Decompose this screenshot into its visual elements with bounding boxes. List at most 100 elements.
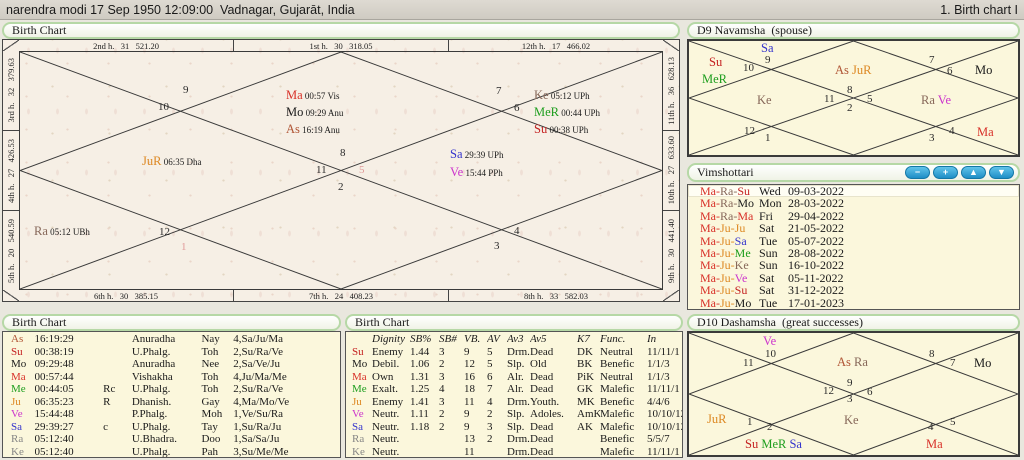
dignity-table-cell: Malefic [600,383,635,396]
expand-button[interactable]: + [933,166,958,179]
dignity-header-cell: AV [487,333,500,345]
dignity-table-cell: 9 [464,345,470,358]
planet-name: Su [709,55,723,69]
house-number: 3 [494,240,500,252]
dignity-table-cell: 1.11 [410,408,429,421]
scroll-up-button[interactable]: ▲ [961,166,986,179]
planet-name: Ma [352,370,367,383]
dignity-table-cell: 6 [487,370,493,383]
planet-table-row: Su 00:38:19 U.Phalg. Toh 2,Su/Ra/Ve [11,346,340,359]
dignity-table-cell [439,446,464,457]
dignity-table-cell: 2 [439,358,445,371]
dignity-table-cell: BK [577,358,593,371]
dignity-table-panel-header[interactable]: Birth Chart [345,314,683,331]
dasha-planet: Ju- [720,295,735,310]
dignity-table-cell: 4/4/6 [647,395,670,408]
house-strip-right: 11th h. 36 628.13 10th h. 27 633.60 9th h.… [663,51,679,290]
frame-corner [3,290,19,301]
planet-label: Ma [977,125,994,139]
planet-table-cell: U.Phalg. [131,420,171,433]
dignity-table-cell [439,433,464,446]
planet-name: MeR [534,105,559,119]
rasi-chart-frame: 2nd h. 31 521.20 1st h. 30 318.05 12th h. … [2,39,680,302]
house-strip-text: 1st h. 30 318.05 [309,40,373,51]
planet-table-cell: 1,Sa/Sa/Ju [233,433,280,446]
house-strip-text: 11th h. 36 628.13 [666,56,676,125]
dignity-header-cell: Av3 [507,333,524,345]
birth-chart-panel-header[interactable]: Birth Chart [2,22,680,39]
planet-name: Ke [757,93,772,107]
house-number: 1 [181,241,187,253]
dignity-table-panel: Birth Chart Dignity SB% SB# VB. AV Av3 Av5 K7 Fu… [345,314,683,458]
dignity-table-row: Me Exalt. 1.25 4 18 7 Alr. Dead GK Malefic 11/11/1 [352,383,682,396]
planet-table-cell [103,346,132,359]
dasha-weekday: Sat [759,283,775,298]
house-number: 12 [823,385,834,397]
planet-name: Ju [11,395,21,408]
planet-name: Ma [11,370,26,383]
dignity-table-cell: Dead [530,383,554,396]
d10-chart[interactable]: 11 10 8 7 12 9 3 6 1 2 4 5 Ve As Ra Mo JuR Su MeR Sa Ke Ma [687,331,1020,457]
dignity-table-cell: 4 [487,395,493,408]
planet-table-cell: 1,Ve/Su/Ra [233,408,284,421]
dignity-table-cell: 2 [439,420,445,433]
house-number: 1 [747,416,753,428]
dasha-date: 16-10-2022 [788,258,844,273]
planet-degree: 00:57 Vis [302,91,340,101]
d10-panel-header[interactable]: D10 Dashamsha (great successes) [687,314,1020,331]
house-strip-label: 3rd h. 32 379.63 [3,51,19,130]
planet-label: Su MeR Sa [745,437,802,451]
house-number: 12 [159,226,170,238]
planet-name: JuR [707,412,727,426]
house-number: 7 [496,85,502,97]
dasha-list[interactable]: Ma-Ra-Su Wed 09-03-2022 Ma-Ra-Mo Mon 28-03-20… [687,184,1020,310]
planet-name: MeR [702,72,727,86]
dignity-table-cell: Old [530,358,547,371]
house-number: 6 [867,386,873,398]
house-number: 9 [183,84,189,96]
dignity-table-cell: Benefic [600,358,635,371]
planet-table-cell: P.Phalg. [131,408,168,421]
rasi-chart[interactable]: 9 10 7 6 8 11 5 2 12 1 4 3 Ma 00:57 Vis Mo 09:29 Anu A… [19,51,663,290]
scroll-down-button[interactable]: ▼ [989,166,1014,179]
dignity-table-cell: Neutr. [372,408,400,421]
vimshottari-panel-header[interactable]: Vimshottari − + ▲ ▼ [687,163,1020,182]
dignity-table-cell: Drm. [507,345,530,358]
planet-table-cell: 15:44:48 [34,408,74,421]
house-number: 2 [847,102,853,114]
dignity-table-cell: Drm. [507,395,530,408]
panel-title: Birth Chart [12,23,67,37]
collapse-button[interactable]: − [905,166,930,179]
planet-name: Ma [286,88,303,102]
dignity-table-cell: 1/1/3 [647,370,670,383]
planet-name: Ma [977,125,994,139]
planet-name: Ke [534,88,549,102]
dignity-table-cell: Alr. [507,370,524,383]
house-strip-label: 10th h. 27 633.60 [663,130,679,210]
planet-degree: 29:39 UPh [462,150,504,160]
dignity-table-cell: Malefic [600,408,635,421]
planet-name: Ve [352,408,364,421]
house-number: 2 [338,181,344,193]
planet-table-cell: 16:19:29 [34,333,74,345]
planet-name: Me [11,383,26,396]
planet-label: MeR 00:44 UPh [534,105,600,120]
planet-name: Mo [11,358,27,371]
planet-table-cell: U.Bhadra. [131,433,178,446]
planet-table-cell: 4,Ju/Ma/Me [233,370,287,383]
dasha-row[interactable]: Ma-Ju-Mo Tue 17-01-2023 [688,295,1019,310]
dignity-table-cell: Drm. [507,433,530,446]
planet-table-panel-header[interactable]: Birth Chart [2,314,341,331]
dignity-header-cell: Func. [600,333,626,345]
house-number: 8 [340,147,346,159]
dignity-table: Dignity SB% SB# VB. AV Av3 Av5 K7 Func. In Su Enemy… [345,331,683,458]
d9-chart[interactable]: 10 9 7 6 8 11 2 5 12 1 3 4 Sa Su MeR As JuR Mo Ke Ra Ve Ma [687,39,1020,157]
dignity-table-cell: 2 [487,433,493,446]
dignity-header-cell: SB# [439,333,457,345]
panel-title: Birth Chart [355,315,410,329]
dignity-table-cell: Malefic [600,445,635,458]
planet-name: Ve [11,408,23,421]
d9-panel-header[interactable]: D9 Navamsha (spouse) [687,22,1020,39]
house-strip-bottom: 6th h. 30 385.15 7th h. 24 408.23 8th h. 3… [19,290,663,301]
planet-label: As Ra [837,355,868,369]
